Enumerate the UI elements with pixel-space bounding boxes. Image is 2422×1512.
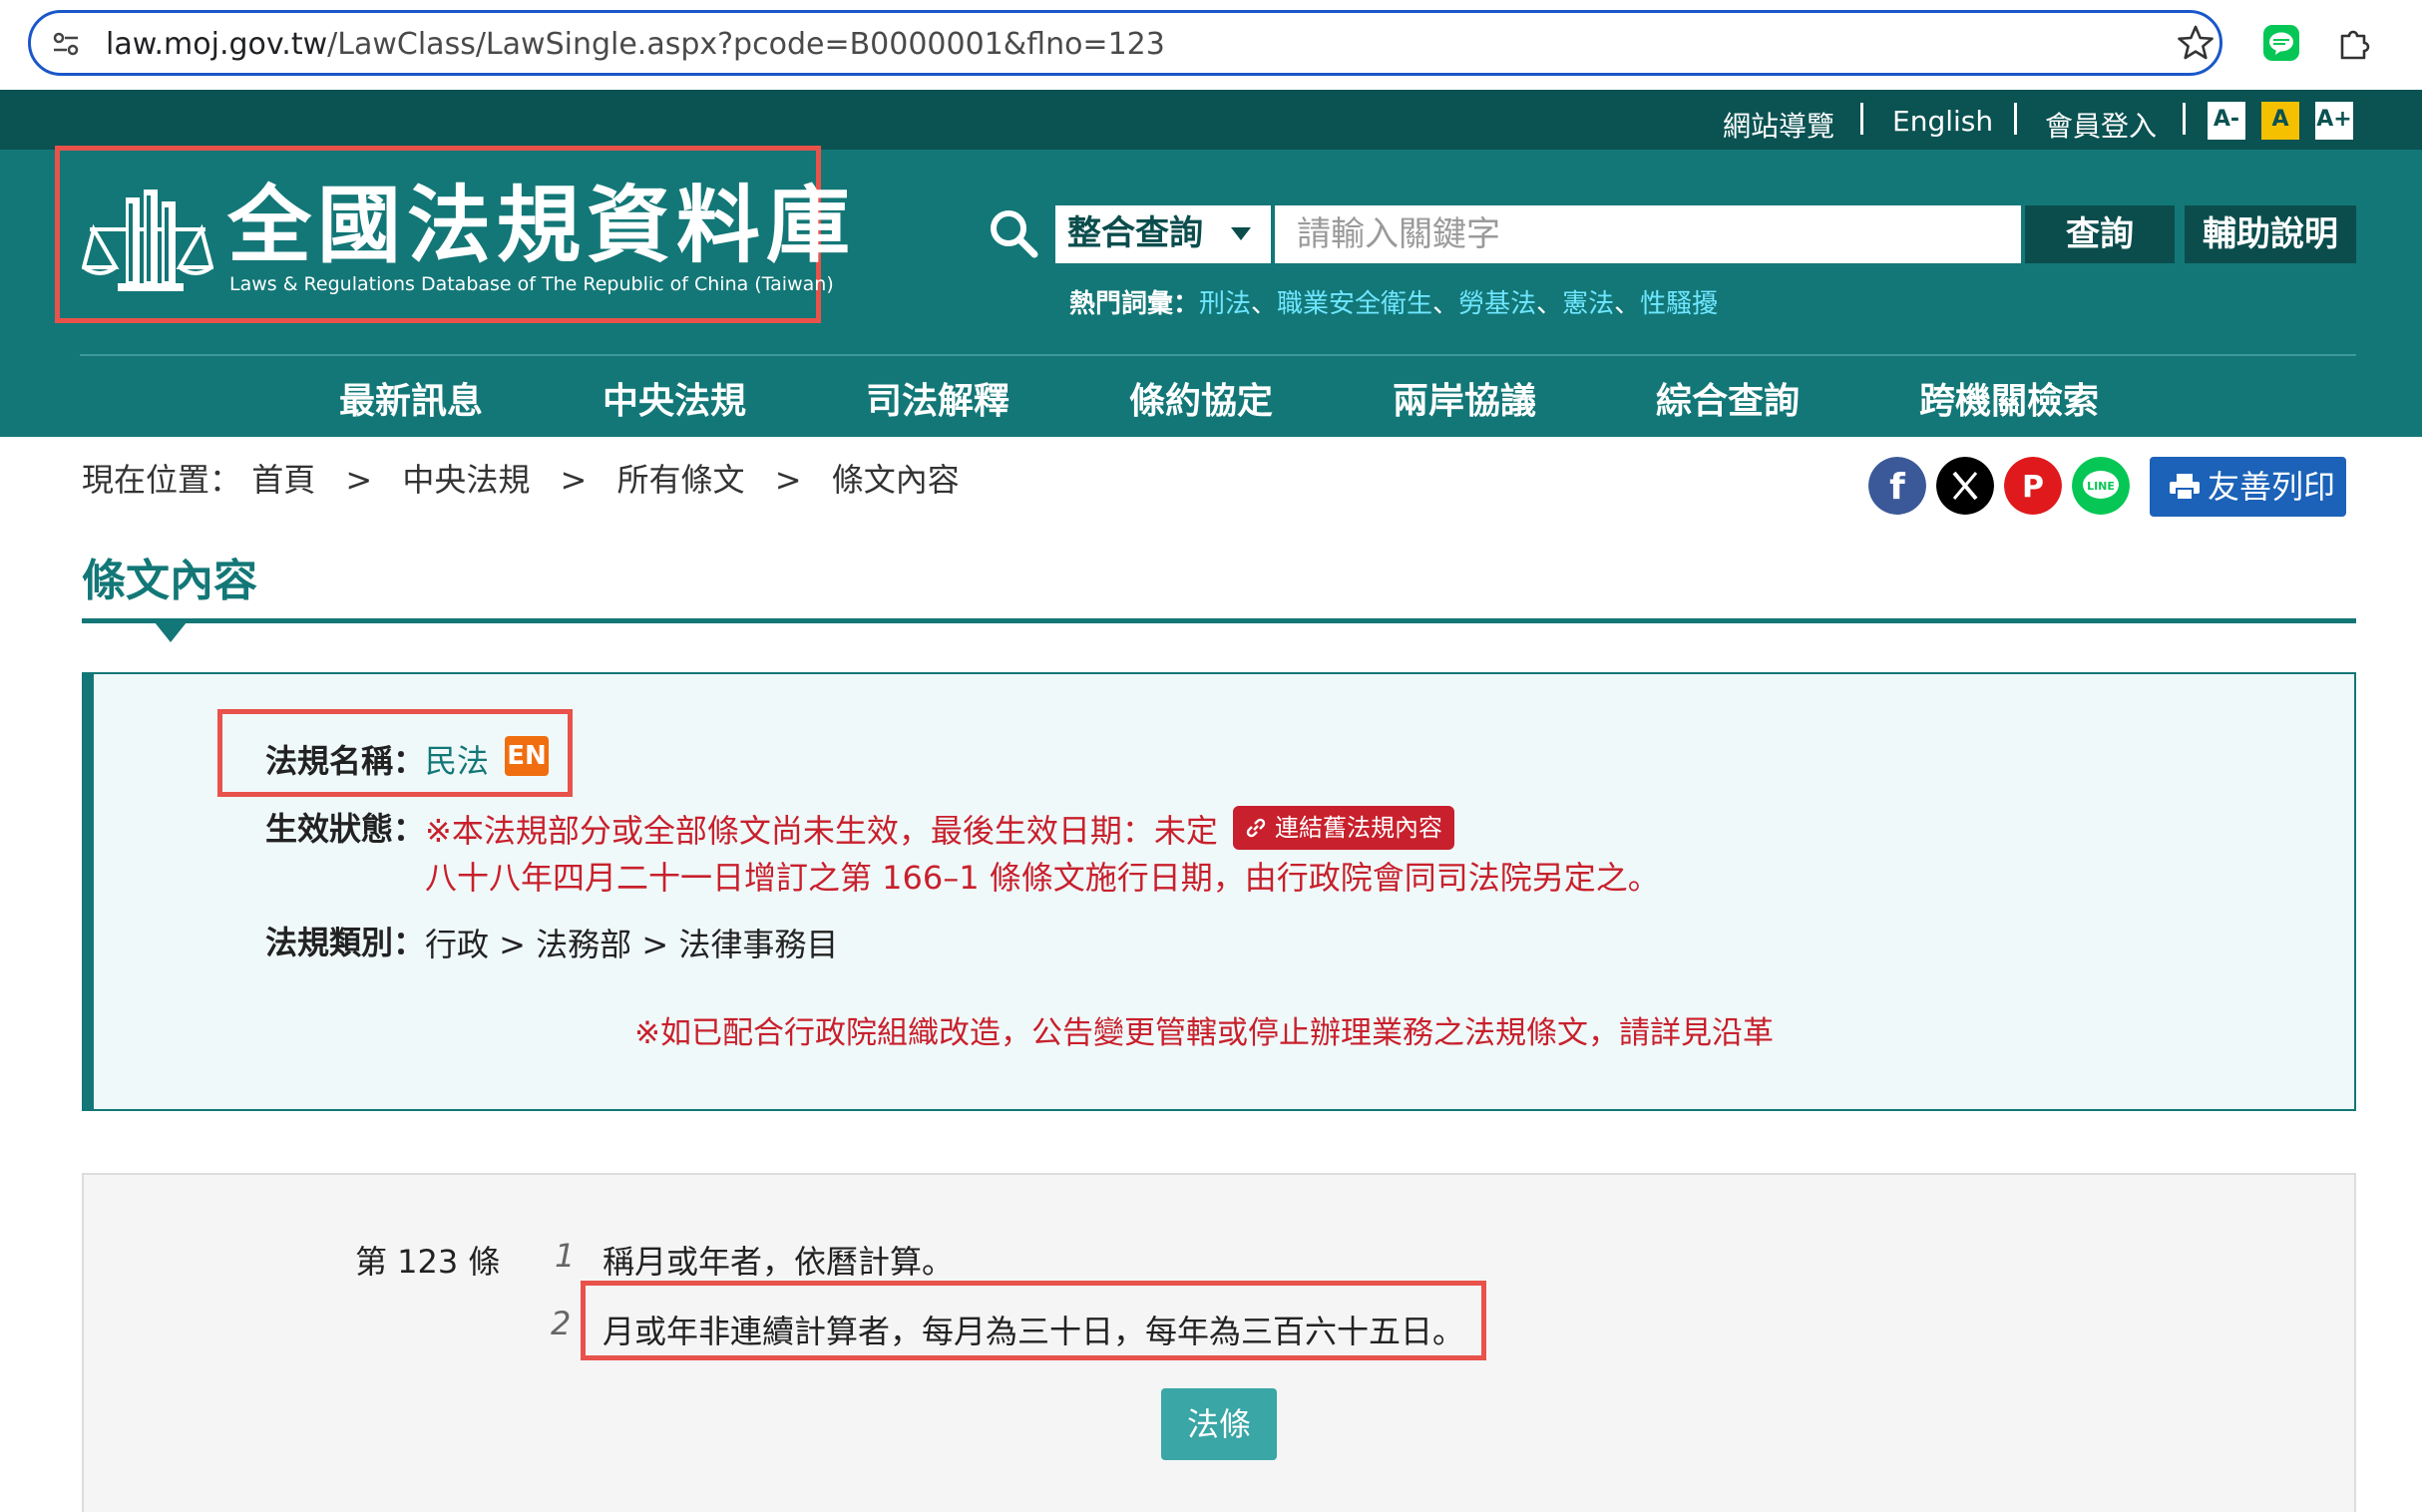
page-title: 條文內容	[82, 556, 257, 606]
topbar-divider	[2183, 103, 2186, 135]
paragraph-number: 2	[551, 1305, 572, 1342]
nav-cross-agency-search[interactable]: 跨機關檢索	[1919, 372, 2099, 424]
site-subtitle: Laws & Regulations Database of The Repub…	[229, 273, 834, 295]
sitemap-link[interactable]: 網站導覽	[1723, 105, 1834, 145]
nav-central-regulations[interactable]: 中央法規	[603, 372, 746, 424]
facebook-glyph: f	[1889, 467, 1905, 508]
url-host: law.moj.gov.tw	[106, 27, 328, 62]
law-category-value: 行政 > 法務部 > 法律事務目	[425, 926, 839, 963]
nav-latest-news[interactable]: 最新訊息	[339, 372, 483, 424]
bookmark-star-icon[interactable]	[2176, 23, 2216, 63]
printer-icon	[2170, 474, 2200, 500]
topbar-divider	[2014, 103, 2017, 135]
hot-term-separator: 、	[1432, 289, 1459, 319]
breadcrumb-separator: >	[345, 461, 373, 499]
member-login-link[interactable]: 會員登入	[2045, 105, 2157, 145]
effective-status-label: 生效狀態：	[265, 810, 426, 848]
search-icon	[991, 210, 1038, 258]
hot-term-constitution[interactable]: 憲法	[1562, 289, 1614, 319]
breadcrumb-separator: >	[774, 461, 802, 499]
scales-of-justice-icon[interactable]	[82, 180, 213, 299]
nav-judicial-interpretations[interactable]: 司法解釋	[866, 372, 1009, 424]
line-share-icon[interactable]: LINE	[2072, 457, 2130, 515]
breadcrumb-separator: >	[560, 461, 588, 499]
line-extension-icon[interactable]	[2262, 24, 2300, 62]
friendly-print-button[interactable]: 友善列印	[2150, 457, 2346, 517]
hot-term-criminal-law[interactable]: 刑法	[1199, 289, 1251, 319]
url-text[interactable]: law.moj.gov.tw/LawClass/LawSingle.aspx?p…	[106, 27, 1165, 62]
breadcrumb-label: 現在位置：	[82, 461, 242, 499]
nav-divider	[80, 354, 2356, 356]
paragraph-number: 1	[555, 1237, 576, 1275]
friendly-print-label: 友善列印	[2208, 468, 2336, 506]
help-button[interactable]: 輔助說明	[2185, 205, 2356, 263]
chevron-down-icon	[1231, 227, 1251, 240]
nav-cross-strait-agreements[interactable]: 兩岸協議	[1393, 372, 1536, 424]
query-button[interactable]: 查詢	[2025, 205, 2175, 263]
effective-status-detail: 八十八年四月二十一日增訂之第 166–1 條條文施行日期，由行政院會同司法院另定…	[425, 859, 1660, 897]
effective-status-text: ※本法規部分或全部條文尚未生效，最後生效日期：未定	[425, 812, 1218, 850]
hot-term-occupational-safety[interactable]: 職業安全衛生	[1277, 289, 1432, 319]
hot-terms: 熱門詞彙：刑法、職業安全衛生、勞基法、憲法、性騷擾	[1069, 283, 1718, 320]
heading-underline	[82, 618, 2356, 623]
law-article-button[interactable]: 法條	[1161, 1388, 1277, 1460]
topbar-divider	[1860, 103, 1863, 135]
nav-treaties[interactable]: 條約協定	[1129, 372, 1273, 424]
english-version-badge[interactable]: EN	[505, 736, 549, 776]
font-size-small-button[interactable]: A-	[2208, 102, 2245, 140]
nav-integrated-search[interactable]: 綜合查詢	[1656, 372, 1800, 424]
address-bar[interactable]: law.moj.gov.tw/LawClass/LawSingle.aspx?p…	[28, 10, 2222, 76]
article-number: 第 123 條	[355, 1243, 501, 1281]
breadcrumb-home[interactable]: 首頁	[251, 461, 315, 499]
facebook-share-icon[interactable]: f	[1868, 457, 1926, 515]
breadcrumb-central-regulations[interactable]: 中央法規	[402, 461, 530, 499]
hot-term-separator: 、	[1251, 289, 1278, 319]
pinterest-share-icon[interactable]: P	[2004, 457, 2062, 515]
url-path: /LawClass/LawSingle.aspx?pcode=B0000001&…	[327, 27, 1165, 62]
font-size-large-button[interactable]: A+	[2315, 102, 2353, 140]
breadcrumb: 現在位置： 首頁 > 中央法規 > 所有條文 > 條文內容	[82, 455, 960, 501]
search-input[interactable]	[1275, 205, 2021, 263]
hot-terms-label: 熱門詞彙：	[1069, 289, 1200, 319]
link-icon	[1246, 818, 1266, 838]
utility-bar: 網站導覽 English 會員登入 A- A A+	[0, 90, 2422, 150]
old-law-link-button[interactable]: 連結舊法規內容	[1233, 806, 1454, 850]
line-glyph: LINE	[2087, 480, 2115, 493]
law-name-label: 法規名稱：	[265, 742, 426, 780]
site-info-icon[interactable]	[51, 29, 81, 59]
breadcrumb-all-articles[interactable]: 所有條文	[617, 461, 745, 499]
heading-pointer-icon	[155, 622, 187, 642]
breadcrumb-current: 條文內容	[831, 461, 960, 499]
hot-term-separator: 、	[1536, 289, 1563, 319]
reorganization-notice: ※如已配合行政院組織改造，公告變更管轄或停止辦理業務之法規條文，請詳見沿革	[634, 1015, 1774, 1051]
law-category-label: 法規類別：	[265, 924, 426, 961]
hot-term-labor-standards[interactable]: 勞基法	[1458, 289, 1536, 319]
paragraph-text: 月或年非連續計算者，每月為三十日，每年為三百六十五日。	[603, 1313, 1465, 1350]
x-share-icon[interactable]	[1936, 457, 1994, 515]
pinterest-glyph: P	[2022, 470, 2044, 505]
old-law-link-label: 連結舊法規內容	[1275, 814, 1442, 842]
law-name-link[interactable]: 民法	[425, 736, 489, 782]
font-size-normal-button[interactable]: A	[2261, 102, 2299, 140]
english-link[interactable]: English	[1892, 105, 1993, 138]
hot-term-separator: 、	[1614, 289, 1641, 319]
extensions-puzzle-icon[interactable]	[2334, 24, 2372, 62]
hot-term-sexual-harassment[interactable]: 性騷擾	[1640, 289, 1718, 319]
site-title[interactable]: 全國法規資料庫	[227, 184, 856, 267]
paragraph-text: 稱月或年者，依曆計算。	[603, 1243, 955, 1281]
